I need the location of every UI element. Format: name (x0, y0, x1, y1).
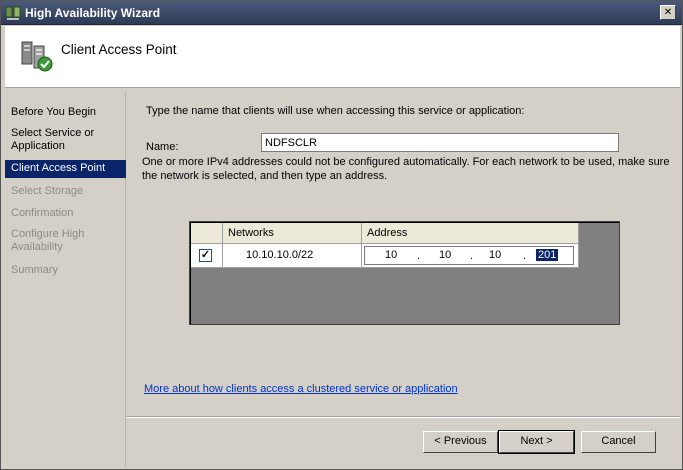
grid-cell-check: ✓ (191, 244, 223, 268)
close-icon: ✕ (663, 7, 673, 18)
steps-pane: Before You Begin Select Service or Appli… (5, 91, 126, 467)
window-title: High Availability Wizard (25, 6, 161, 20)
network-checkbox[interactable]: ✓ (199, 249, 212, 262)
network-name: 10.10.10.0/22 (246, 249, 314, 261)
ip-dot: . (523, 250, 527, 262)
previous-button[interactable]: < Previous (423, 431, 498, 453)
grid-header-networks[interactable]: Networks (223, 223, 362, 244)
table-row[interactable]: ✓ 10.10.10.0/22 10 . 10 . 10 . 201 (191, 244, 579, 268)
grid-cell-network: 10.10.10.0/22 (223, 244, 362, 268)
step-client-access-point[interactable]: Client Access Point (5, 160, 126, 178)
close-button[interactable]: ✕ (660, 5, 676, 20)
next-button[interactable]: Next > (498, 430, 575, 454)
step-before-you-begin[interactable]: Before You Begin (5, 104, 126, 121)
step-configure-high-availability: Configure High Availability (11, 228, 85, 253)
wizard-header: Client Access Point (5, 26, 680, 88)
grid-cell-address: 10 . 10 . 10 . 201 (362, 244, 579, 268)
checkmark-icon: ✓ (200, 249, 211, 261)
step-confirmation: Confirmation (11, 207, 74, 219)
name-input[interactable] (261, 133, 619, 152)
wizard-window: High Availability Wizard ✕ Client Access… (0, 0, 683, 470)
ip-address-input[interactable]: 10 . 10 . 10 . 201 (364, 246, 574, 265)
step-select-storage: Select Storage (11, 185, 84, 197)
cluster-icon (5, 6, 21, 20)
name-label: Name: (146, 141, 179, 153)
main-pane: Type the name that clients will use when… (127, 91, 680, 467)
ip-octet-2[interactable]: 10 (439, 249, 451, 261)
title-bar: High Availability Wizard ✕ (1, 1, 682, 25)
grid-header-address[interactable]: Address (362, 223, 579, 244)
ip-octet-4[interactable]: 201 (536, 249, 559, 261)
warning-text: One or more IPv4 addresses could not be … (142, 156, 670, 182)
step-summary: Summary (11, 264, 59, 276)
footer-divider (127, 416, 680, 418)
page-title: Client Access Point (61, 42, 177, 57)
networks-grid: Networks Address ✓ 10.10.10.0/22 10 . 10… (189, 221, 620, 325)
more-info-link[interactable]: More about how clients access a clustere… (144, 383, 458, 395)
server-cluster-icon (21, 41, 53, 72)
cancel-button[interactable]: Cancel (581, 431, 656, 453)
grid-header-check (191, 223, 223, 244)
ip-dot: . (417, 250, 421, 262)
ip-octet-3[interactable]: 10 (489, 249, 501, 261)
grid-header: Networks Address (191, 223, 579, 244)
step-select-service[interactable]: Select Service or Application (5, 125, 126, 155)
ip-dot: . (470, 250, 474, 262)
ip-octet-1[interactable]: 10 (385, 249, 397, 261)
instruction-text: Type the name that clients will use when… (146, 105, 525, 117)
